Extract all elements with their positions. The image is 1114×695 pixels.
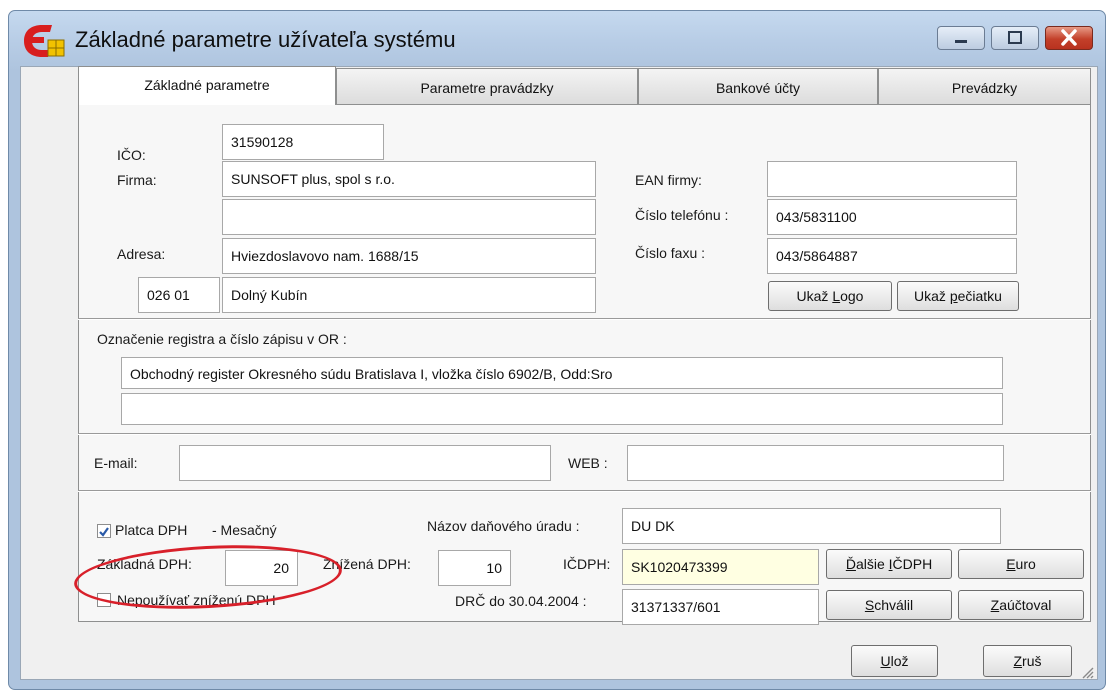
tab-zakladne-parametre[interactable]: Základné parametre [78, 66, 336, 105]
firma-field-2[interactable] [222, 199, 596, 235]
register-label: Označenie registra a číslo zápisu v OR : [97, 331, 347, 347]
section-divider [78, 490, 1091, 492]
znizena-dph-field[interactable]: 10 [438, 550, 511, 586]
close-icon [1061, 29, 1077, 46]
telefon-field[interactable]: 043/5831100 [767, 199, 1017, 235]
adresa-label: Adresa: [117, 246, 166, 262]
tab-prevadzky[interactable]: Prevádzky [878, 68, 1091, 104]
minimize-button[interactable] [937, 26, 985, 50]
danovy-urad-field[interactable]: DU DK [622, 508, 1001, 544]
resize-grip-icon[interactable] [1080, 665, 1094, 679]
minimize-icon [955, 40, 967, 43]
register-line-2[interactable] [121, 393, 1003, 425]
drc-field[interactable]: 31371337/601 [622, 589, 819, 625]
email-field[interactable] [179, 445, 551, 481]
section-divider [78, 433, 1091, 435]
close-button[interactable] [1045, 26, 1093, 50]
zrus-button[interactable]: Zruš [983, 645, 1072, 677]
section-divider [78, 318, 1091, 320]
platca-dph-label: Platca DPH [115, 522, 188, 538]
ukaz-logo-button[interactable]: Ukaž Logo [768, 281, 892, 311]
icdph-label: IČDPH: [563, 556, 611, 572]
mesto-field[interactable]: Dolný Kubín [222, 277, 596, 313]
dalsie-icdph-button[interactable]: Ďalšie IČDPH [826, 549, 952, 579]
tab-bankove-ucty[interactable]: Bankové účty [638, 68, 878, 104]
ean-label: EAN firmy: [635, 172, 702, 188]
app-logo-icon [24, 25, 65, 57]
web-field[interactable] [627, 445, 1004, 481]
psc-field[interactable]: 026 01 [138, 277, 220, 313]
checkmark-icon [99, 527, 109, 537]
maximize-icon [1008, 31, 1022, 44]
zauctoval-button[interactable]: Zaúčtoval [958, 590, 1084, 620]
uloz-button[interactable]: Ulož [851, 645, 938, 677]
drc-label: DRČ do 30.04.2004 : [455, 593, 587, 609]
danovy-urad-label: Názov daňového úradu : [427, 518, 580, 534]
tab-parametre-pravadzky[interactable]: Parametre pravádzky [336, 68, 638, 104]
schvalil-button[interactable]: Schválil [826, 590, 952, 620]
fax-label: Číslo faxu : [635, 245, 706, 261]
euro-button[interactable]: Euro [958, 549, 1084, 579]
ico-field[interactable]: 31590128 [222, 124, 384, 160]
fax-field[interactable]: 043/5864887 [767, 238, 1017, 274]
email-label: E-mail: [94, 455, 138, 471]
telefon-label: Číslo telefónu : [635, 207, 729, 223]
adresa-field[interactable]: Hviezdoslavovo nam. 1688/15 [222, 238, 596, 274]
web-label: WEB : [568, 455, 608, 471]
ico-label: IČO: [117, 147, 146, 163]
ean-field[interactable] [767, 161, 1017, 197]
ukaz-peciatku-button[interactable]: Ukaž pečiatku [897, 281, 1019, 311]
platca-dph-checkbox[interactable] [97, 524, 111, 538]
window-title: Základné parametre užívateľa systému [75, 27, 456, 52]
firma-field[interactable]: SUNSOFT plus, spol s r.o. [222, 161, 596, 197]
register-line-1[interactable]: Obchodný register Okresného súdu Bratisl… [121, 357, 1003, 389]
firma-label: Firma: [117, 172, 157, 188]
icdph-field[interactable]: SK1020473399 [622, 549, 819, 585]
platca-period: - Mesačný [212, 522, 277, 538]
maximize-button[interactable] [991, 26, 1039, 50]
